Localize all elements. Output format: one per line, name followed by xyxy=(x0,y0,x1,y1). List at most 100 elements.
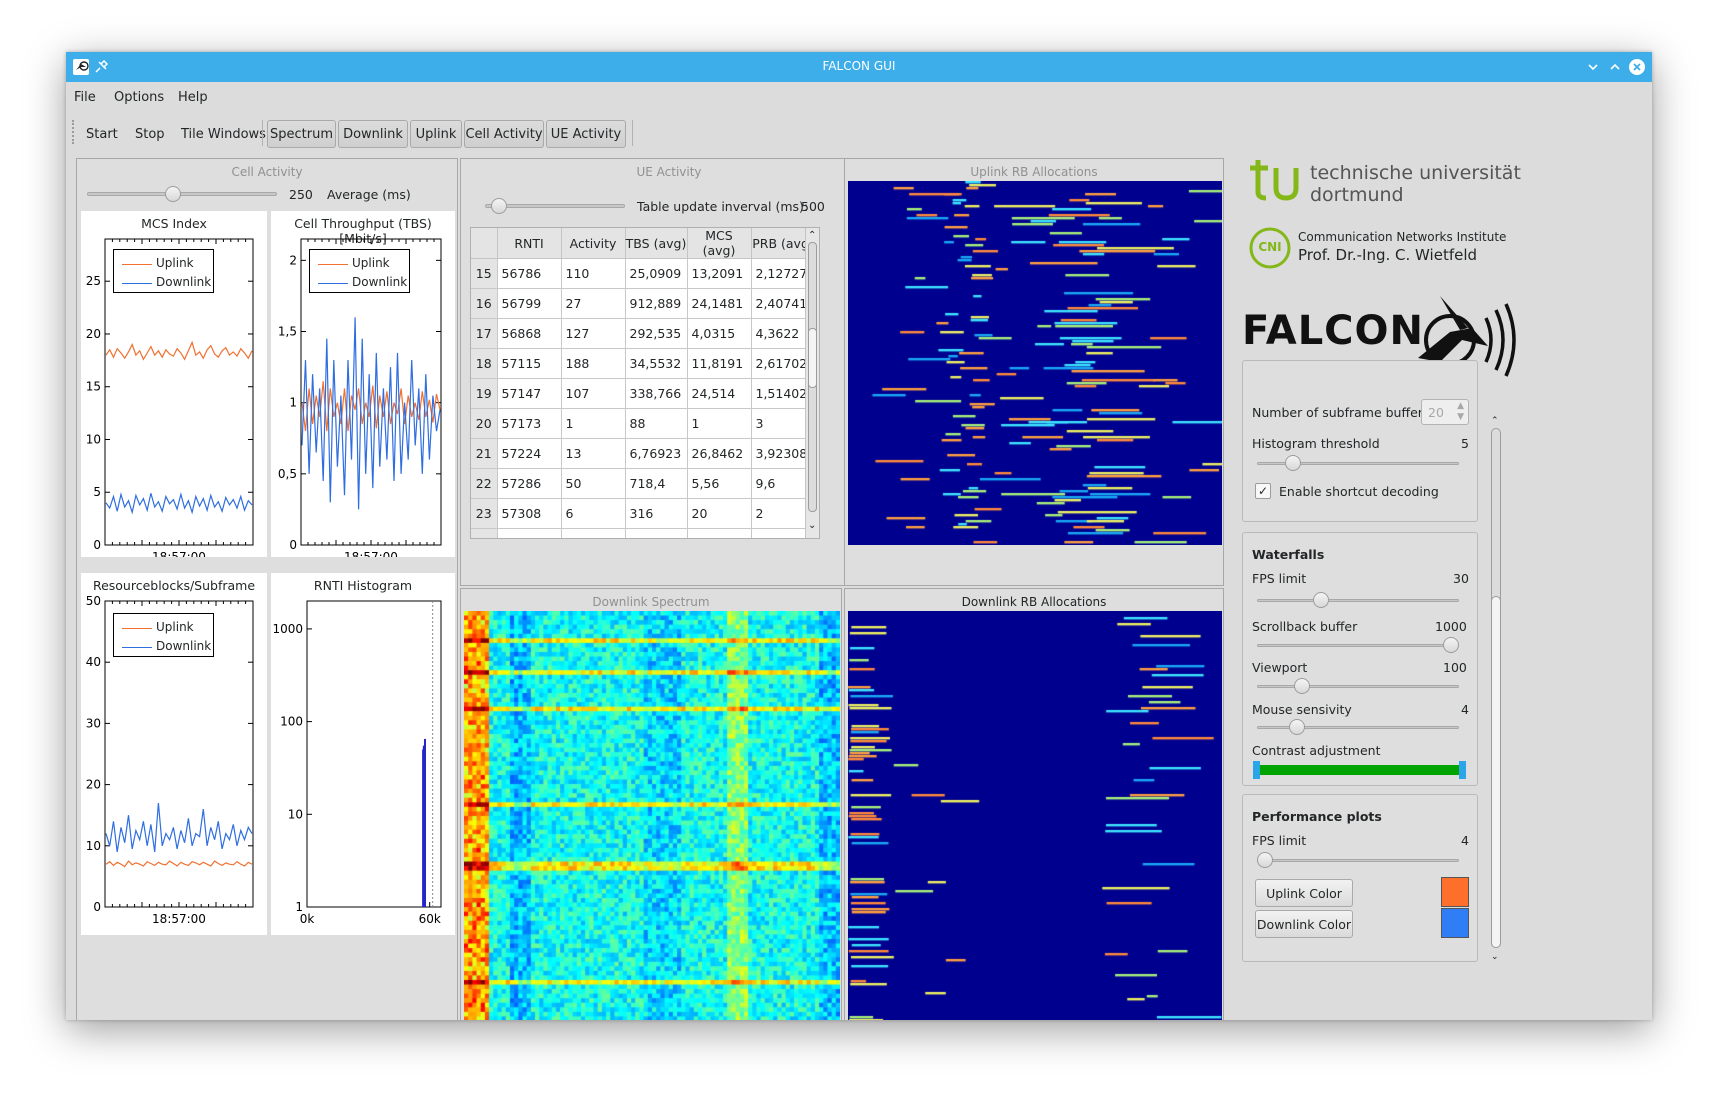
contrast-range-bar[interactable] xyxy=(1257,765,1463,775)
row-index[interactable]: 19 xyxy=(471,378,498,409)
average-slider-track[interactable] xyxy=(87,192,277,196)
uplink-rb-waterfall[interactable] xyxy=(848,181,1222,545)
table-row[interactable]: 16 56799 27 912,889 24,1481 2,40741 xyxy=(471,288,816,319)
mouse-slider-handle[interactable] xyxy=(1288,719,1305,735)
table-cell[interactable]: 110 xyxy=(561,258,626,289)
table-cell[interactable]: 1 xyxy=(561,528,626,538)
table-row[interactable]: 23 57308 6 316 20 2 xyxy=(471,498,816,529)
settings-scroll-up-icon[interactable]: ⌃ xyxy=(1491,416,1499,426)
table-row[interactable]: 18 57115 188 34,5532 11,8191 2,61702 xyxy=(471,348,816,379)
ue-activity-toggle[interactable]: UE Activity xyxy=(546,120,626,148)
maximize-icon[interactable] xyxy=(1606,58,1624,76)
row-index[interactable]: 15 xyxy=(471,258,498,289)
settings-scrollbar[interactable]: ⌃ ⌄ xyxy=(1490,416,1502,966)
average-slider-handle[interactable] xyxy=(165,186,182,202)
uplink-color-swatch[interactable] xyxy=(1441,877,1469,907)
mouse-slider-track[interactable] xyxy=(1257,726,1459,729)
row-index[interactable]: 23 xyxy=(471,498,498,529)
table-row[interactable]: 20 57173 1 88 1 3 xyxy=(471,408,816,439)
table-cell[interactable]: 6,76923 xyxy=(625,438,688,469)
table-cell[interactable]: 4,0315 xyxy=(687,318,752,349)
spin-up-icon[interactable]: ▲ xyxy=(1457,401,1464,411)
perf-fps-slider-handle[interactable] xyxy=(1257,852,1273,868)
scrollback-slider-handle[interactable] xyxy=(1443,637,1459,653)
contrast-low-handle[interactable] xyxy=(1253,761,1260,779)
close-icon[interactable] xyxy=(1628,58,1646,76)
table-cell[interactable]: 24,1481 xyxy=(687,288,752,319)
table-cell[interactable]: 1 xyxy=(687,528,752,538)
table-cell[interactable]: 50 xyxy=(561,468,626,499)
table-cell[interactable]: 1 xyxy=(687,408,752,439)
contrast-high-handle[interactable] xyxy=(1459,761,1466,779)
downlink-color-button[interactable]: Downlink Color xyxy=(1255,910,1353,938)
menu-help[interactable]: Help xyxy=(178,90,208,105)
table-cell[interactable]: 57286 xyxy=(497,468,562,499)
column-header[interactable]: TBS (avg) xyxy=(625,228,688,259)
table-cell[interactable]: 107 xyxy=(561,378,626,409)
update-slider-handle[interactable] xyxy=(491,198,508,214)
table-cell[interactable]: 13,2091 xyxy=(687,258,752,289)
viewport-slider-track[interactable] xyxy=(1257,685,1459,688)
perf-fps-slider-track[interactable] xyxy=(1257,859,1459,862)
table-row[interactable]: 19 57147 107 338,766 24,514 1,51402 xyxy=(471,378,816,409)
viewport-slider-handle[interactable] xyxy=(1294,678,1311,694)
column-header[interactable]: Activity xyxy=(561,228,626,259)
row-index[interactable]: 24 xyxy=(471,528,498,538)
table-row[interactable]: 15 56786 110 25,0909 13,2091 2,12727 xyxy=(471,258,816,289)
table-cell[interactable]: 718,4 xyxy=(625,468,688,499)
column-header[interactable]: RNTI xyxy=(497,228,562,259)
stop-button[interactable]: Stop xyxy=(135,127,165,142)
tile-windows-button[interactable]: Tile Windows xyxy=(181,127,266,142)
table-row[interactable]: 22 57286 50 718,4 5,56 9,6 xyxy=(471,468,816,499)
toolbar-grip[interactable] xyxy=(72,120,75,144)
scroll-down-icon[interactable]: ⌄ xyxy=(808,520,816,531)
table-cell[interactable]: 127 xyxy=(561,318,626,349)
row-index[interactable]: 20 xyxy=(471,408,498,439)
uplink-toggle[interactable]: Uplink xyxy=(410,120,462,148)
table-scrollbar[interactable]: ⌃ ⌄ xyxy=(805,228,819,538)
table-cell[interactable]: 88 xyxy=(625,528,688,538)
table-cell[interactable]: 57308 xyxy=(497,498,562,529)
subframe-buffers-spinbox[interactable]: 20 ▲ ▼ xyxy=(1421,399,1469,425)
spectrum-toggle[interactable]: Spectrum xyxy=(267,120,336,148)
downlink-rb-waterfall[interactable] xyxy=(848,611,1222,1020)
column-header[interactable]: MCS (avg) xyxy=(687,228,752,259)
table-cell[interactable]: 11,8191 xyxy=(687,348,752,379)
table-cell[interactable]: 56799 xyxy=(497,288,562,319)
table-cell[interactable]: 57147 xyxy=(497,378,562,409)
menu-options[interactable]: Options xyxy=(114,90,164,105)
spin-down-icon[interactable]: ▼ xyxy=(1457,412,1464,422)
table-cell[interactable]: 34,5532 xyxy=(625,348,688,379)
table-cell[interactable]: 26,8462 xyxy=(687,438,752,469)
table-cell[interactable]: 292,535 xyxy=(625,318,688,349)
table-cell[interactable]: 57224 xyxy=(497,438,562,469)
uplink-color-button[interactable]: Uplink Color xyxy=(1255,879,1353,907)
table-cell[interactable]: 56786 xyxy=(497,258,562,289)
downlink-toggle[interactable]: Downlink xyxy=(338,120,408,148)
scrollback-slider-track[interactable] xyxy=(1257,644,1459,647)
minimize-icon[interactable] xyxy=(1584,58,1602,76)
table-row[interactable]: 21 57224 13 6,76923 26,8462 3,92308 xyxy=(471,438,816,469)
table-cell[interactable]: 56868 xyxy=(497,318,562,349)
table-cell[interactable]: 338,766 xyxy=(625,378,688,409)
table-cell[interactable]: 188 xyxy=(561,348,626,379)
downlink-spectrum-waterfall[interactable] xyxy=(464,611,840,1020)
scroll-up-icon[interactable]: ⌃ xyxy=(808,230,816,241)
row-index[interactable]: 21 xyxy=(471,438,498,469)
row-index[interactable]: 18 xyxy=(471,348,498,379)
table-cell[interactable]: 912,889 xyxy=(625,288,688,319)
table-cell[interactable]: 27 xyxy=(561,288,626,319)
table-cell[interactable]: 1 xyxy=(561,408,626,439)
start-button[interactable]: Start xyxy=(86,127,118,142)
table-cell[interactable]: 24,514 xyxy=(687,378,752,409)
table-cell[interactable]: 13 xyxy=(561,438,626,469)
table-cell[interactable]: 57173 xyxy=(497,408,562,439)
settings-scroll-down-icon[interactable]: ⌄ xyxy=(1491,952,1499,962)
table-cell[interactable]: 20 xyxy=(687,498,752,529)
downlink-color-swatch[interactable] xyxy=(1441,908,1469,938)
cell-activity-toggle[interactable]: Cell Activity xyxy=(464,120,544,148)
row-index[interactable]: 22 xyxy=(471,468,498,499)
table-row[interactable]: 17 56868 127 292,535 4,0315 4,3622 xyxy=(471,318,816,349)
row-index[interactable]: 16 xyxy=(471,288,498,319)
table-cell[interactable]: 25,0909 xyxy=(625,258,688,289)
